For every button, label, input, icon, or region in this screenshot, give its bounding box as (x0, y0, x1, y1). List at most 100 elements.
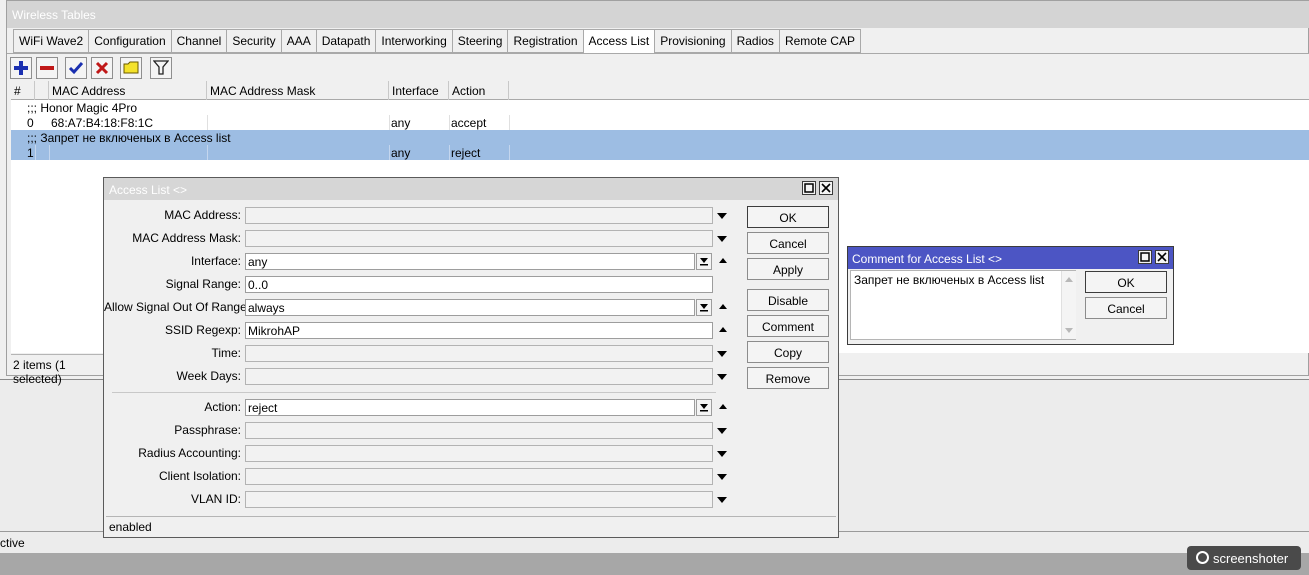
comment-button[interactable]: Comment (747, 315, 829, 337)
tab-radios[interactable]: Radios (730, 29, 780, 53)
column-header-mask[interactable]: MAC Address Mask (207, 81, 389, 100)
disable-button[interactable]: Disable (747, 289, 829, 311)
remove-button[interactable] (36, 57, 58, 79)
close-button[interactable] (1155, 250, 1169, 264)
row-interface: any (391, 146, 411, 160)
signal-range-field[interactable]: 0..0 (245, 276, 713, 293)
interface-label: Interface: (190, 254, 241, 268)
wireless-tables-titlebar[interactable]: Wireless Tables (7, 1, 1309, 28)
tab-channel[interactable]: Channel (170, 29, 228, 53)
tab-provisioning[interactable]: Provisioning (654, 29, 732, 53)
client-isolation-field[interactable] (245, 468, 713, 485)
passphrase-field[interactable] (245, 422, 713, 439)
tab-aaa[interactable]: AAA (280, 29, 317, 53)
maximize-icon (1140, 252, 1150, 262)
bottom-bar (0, 553, 1309, 575)
filter-button[interactable] (150, 57, 172, 79)
comment-dialog: Comment for Access List <> Запрет не вкл… (847, 246, 1174, 345)
column-header-action[interactable]: Action (449, 81, 509, 100)
week-days-field[interactable] (245, 368, 713, 385)
allow-signal-dropdown-button[interactable] (696, 299, 712, 316)
mac-mask-label: MAC Address Mask: (132, 231, 241, 245)
comment-ok-button[interactable]: OK (1085, 271, 1167, 293)
cancel-button[interactable]: Cancel (747, 232, 829, 254)
action-dropdown-button[interactable] (696, 399, 712, 416)
chevron-down-icon[interactable] (717, 428, 727, 434)
allow-signal-select[interactable]: always (245, 299, 695, 316)
allow-signal-label: Allow Signal Out Of Range: (104, 300, 251, 314)
tab-access-list[interactable]: Access List (582, 29, 656, 54)
comment-titlebar[interactable]: Comment for Access List <> (848, 247, 1173, 269)
comment-button[interactable] (120, 57, 142, 79)
dropdown-icon (700, 258, 708, 266)
ok-button[interactable]: OK (747, 206, 829, 228)
note-icon (123, 61, 139, 74)
disable-button[interactable] (91, 57, 113, 79)
row-mac: 68:A7:B4:18:F8:1C (51, 116, 154, 130)
wireless-tables-status: 2 items (1 selected) (11, 354, 111, 386)
table-header: # MAC Address MAC Address Mask Interface… (11, 81, 1309, 100)
action-select[interactable]: reject (245, 399, 695, 416)
remove-button[interactable]: Remove (747, 367, 829, 389)
vlan-id-field[interactable] (245, 491, 713, 508)
time-label: Time: (211, 346, 241, 360)
tab-datapath[interactable]: Datapath (315, 29, 377, 53)
chevron-up-icon[interactable] (719, 404, 727, 409)
chevron-up-icon[interactable] (719, 327, 727, 332)
comment-scrollbar[interactable] (1061, 271, 1076, 339)
tab-remote-cap[interactable]: Remote CAP (778, 29, 861, 53)
chevron-down-icon[interactable] (717, 374, 727, 380)
mac-mask-field[interactable] (245, 230, 713, 247)
dropdown-icon (700, 304, 708, 312)
close-button[interactable] (819, 181, 833, 195)
radius-accounting-field[interactable] (245, 445, 713, 462)
plus-icon (14, 61, 28, 75)
access-list-title: Access List <> (109, 183, 188, 197)
ssid-regexp-field[interactable]: MikrohAP (245, 322, 713, 339)
copy-button[interactable]: Copy (747, 341, 829, 363)
interface-select[interactable]: any (245, 253, 695, 270)
chevron-down-icon[interactable] (717, 497, 727, 503)
interface-dropdown-button[interactable] (696, 253, 712, 270)
toolbar (7, 53, 1309, 81)
tab-registration[interactable]: Registration (507, 29, 584, 53)
table-row[interactable]: 0 68:A7:B4:18:F8:1C any accept (11, 115, 1309, 130)
tab-security[interactable]: Security (226, 29, 282, 53)
table-comment-row-selected[interactable]: ;;; Запрет не включеных в Access list (11, 130, 1309, 145)
time-field[interactable] (245, 345, 713, 362)
maximize-button[interactable] (802, 181, 816, 195)
filter-icon (153, 60, 169, 75)
access-list-titlebar[interactable]: Access List <> (104, 178, 838, 200)
passphrase-label: Passphrase: (174, 423, 241, 437)
column-header-mac[interactable]: MAC Address (49, 81, 207, 100)
chevron-up-icon[interactable] (719, 258, 727, 263)
row-comment-text: ;;; Запрет не включеных в Access list (27, 131, 231, 145)
maximize-icon (804, 183, 814, 193)
row-number: 0 (27, 116, 34, 130)
maximize-button[interactable] (1138, 250, 1152, 264)
row-number: 1 (27, 146, 34, 160)
table-row-selected[interactable]: 1 any reject (11, 145, 1309, 160)
apply-button[interactable]: Apply (747, 258, 829, 280)
comment-cancel-button[interactable]: Cancel (1085, 297, 1167, 319)
row-interface: any (391, 116, 411, 130)
cross-icon (95, 61, 109, 75)
table-comment-row[interactable]: ;;; Honor Magic 4Pro (11, 100, 1309, 115)
add-button[interactable] (10, 57, 32, 79)
chevron-down-icon[interactable] (717, 351, 727, 357)
chevron-down-icon[interactable] (717, 236, 727, 242)
chevron-down-icon[interactable] (717, 213, 727, 219)
comment-textarea[interactable]: Запрет не включеных в Access list (850, 270, 1076, 340)
chevron-down-icon[interactable] (717, 474, 727, 480)
mac-address-field[interactable] (245, 207, 713, 224)
tab-interworking[interactable]: Interworking (375, 29, 453, 53)
enable-button[interactable] (65, 57, 87, 79)
chevron-down-icon[interactable] (717, 451, 727, 457)
tab-wifi-wave2[interactable]: WiFi Wave2 (13, 29, 90, 53)
column-header-interface[interactable]: Interface (389, 81, 449, 100)
tab-steering[interactable]: Steering (451, 29, 509, 53)
vlan-id-label: VLAN ID: (190, 492, 241, 506)
chevron-up-icon[interactable] (719, 304, 727, 309)
tab-configuration[interactable]: Configuration (88, 29, 172, 53)
column-header-number[interactable]: # (11, 81, 35, 100)
